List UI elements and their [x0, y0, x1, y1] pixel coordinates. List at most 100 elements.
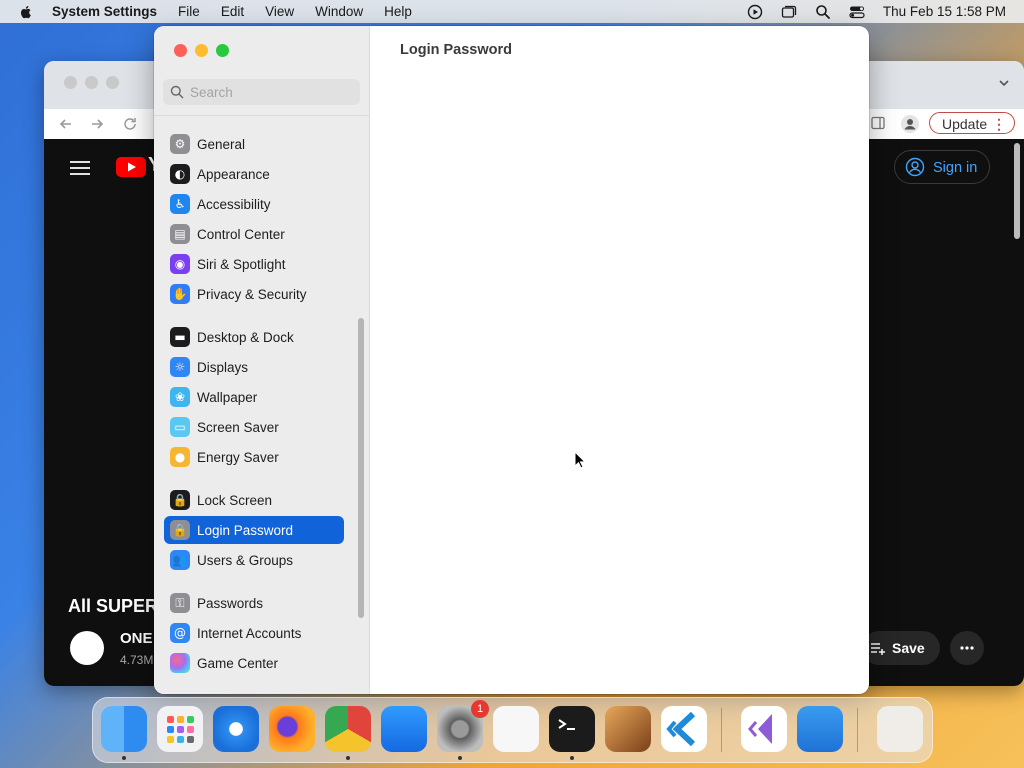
reload-icon[interactable] — [122, 116, 138, 132]
sidebar-item-displays[interactable]: ☼ Displays — [164, 353, 344, 381]
sidebar-item-label: Appearance — [197, 166, 270, 182]
sidebar-item-wallpaper[interactable]: ❀ Wallpaper — [164, 383, 344, 411]
safari-icon[interactable] — [213, 706, 259, 752]
visual-studio-icon[interactable] — [741, 706, 787, 752]
sidebar-item-energy-saver[interactable]: ● Energy Saver — [164, 443, 344, 471]
lock-icon: 🔒 — [170, 490, 190, 510]
dock: 1 — [92, 697, 933, 763]
sidebar-item-screen-saver[interactable]: ▭ Screen Saver — [164, 413, 344, 441]
garageband-icon[interactable] — [605, 706, 651, 752]
game-center-icon — [170, 653, 190, 673]
sidebar-scrollbar[interactable] — [358, 318, 364, 618]
sidebar-item-label: Accessibility — [197, 196, 271, 212]
trash-icon[interactable] — [877, 706, 923, 752]
sidebar-item-label: Privacy & Security — [197, 286, 307, 302]
menu-file[interactable]: File — [178, 4, 200, 19]
screen-saver-icon: ▭ — [170, 417, 190, 437]
video-title[interactable]: All SUPER — [68, 596, 158, 617]
vscode-glyph — [666, 711, 696, 747]
launchpad-icon[interactable] — [157, 706, 203, 752]
sidebar-item-users-groups[interactable]: 👥 Users & Groups — [164, 546, 344, 574]
window-traffic-lights — [174, 44, 229, 57]
system-settings-icon[interactable]: 1 — [437, 700, 489, 752]
more-actions-button[interactable] — [950, 631, 984, 665]
sidebar-item-label: Wallpaper — [197, 389, 258, 405]
chevron-down-icon[interactable] — [998, 77, 1010, 89]
control-center-icon: ▤ — [170, 224, 190, 244]
page-title: Login Password — [400, 42, 512, 58]
channel-avatar[interactable] — [70, 631, 104, 665]
sidebar-item-desktop-dock[interactable]: ▬ Desktop & Dock — [164, 323, 344, 351]
siri-icon: ◉ — [170, 254, 190, 274]
dock-separator — [721, 708, 722, 752]
running-indicator — [458, 756, 462, 760]
sidebar-item-appearance[interactable]: ◐ Appearance — [164, 160, 344, 188]
finder-icon[interactable] — [101, 706, 147, 752]
textedit-icon[interactable] — [493, 706, 539, 752]
running-indicator — [570, 756, 574, 760]
sidebar-item-privacy-security[interactable]: ✋ Privacy & Security — [164, 280, 344, 308]
sidebar-item-game-center[interactable]: Game Center — [164, 649, 344, 677]
back-arrow-icon[interactable] — [58, 116, 74, 132]
running-indicator — [346, 756, 350, 760]
firefox-icon[interactable] — [269, 706, 315, 752]
sidebar-item-internet-accounts[interactable]: @ Internet Accounts — [164, 619, 344, 647]
dock-icon: ▬ — [170, 327, 190, 347]
sidebar-item-label: Energy Saver — [197, 449, 279, 465]
forward-arrow-icon[interactable] — [89, 116, 105, 132]
channel-name[interactable]: ONE — [120, 630, 153, 647]
playlist-add-icon — [871, 643, 885, 655]
control-center-icon[interactable] — [849, 4, 865, 20]
dock-separator — [857, 708, 858, 752]
sidebar-item-lock-screen[interactable]: 🔒 Lock Screen — [164, 486, 344, 514]
profile-icon[interactable] — [900, 114, 920, 134]
energy-icon: ● — [170, 447, 190, 467]
sidebar-item-label: Lock Screen — [197, 492, 273, 508]
sidebar-item-login-password[interactable]: 🔒 Login Password — [164, 516, 344, 544]
minimize-button[interactable] — [195, 44, 208, 57]
accessibility-icon: ♿ — [170, 194, 190, 214]
search-input[interactable] — [163, 79, 360, 105]
hamburger-menu-icon[interactable] — [70, 161, 90, 175]
sign-in-button[interactable]: Sign in — [894, 150, 990, 184]
account-icon — [905, 157, 925, 177]
wallpaper-icon: ❀ — [170, 387, 190, 407]
sidebar-item-control-center[interactable]: ▤ Control Center — [164, 220, 344, 248]
menu-window[interactable]: Window — [315, 4, 363, 19]
running-indicator — [122, 756, 126, 760]
menu-view[interactable]: View — [265, 4, 294, 19]
apple-icon[interactable] — [18, 4, 34, 20]
app-store-icon[interactable] — [381, 706, 427, 752]
menu-help[interactable]: Help — [384, 4, 412, 19]
sidebar-item-general[interactable]: ⚙ General — [164, 130, 344, 158]
side-panel-icon[interactable] — [870, 115, 886, 131]
sidebar-item-passwords[interactable]: ⚿ Passwords — [164, 589, 344, 617]
terminal-icon[interactable] — [549, 706, 595, 752]
weather-icon[interactable] — [797, 706, 843, 752]
close-button[interactable] — [174, 44, 187, 57]
vscode-icon[interactable] — [661, 706, 707, 752]
sidebar-item-siri-spotlight[interactable]: ◉ Siri & Spotlight — [164, 250, 344, 278]
sidebar-item-accessibility[interactable]: ♿ Accessibility — [164, 190, 344, 218]
sign-in-label: Sign in — [933, 160, 978, 176]
menu-clock[interactable]: Thu Feb 15 1:58 PM — [883, 4, 1006, 19]
sidebar-item-label: Internet Accounts — [197, 625, 302, 641]
settings-sidebar: ⚙ General ◐ Appearance ♿ Accessibility ▤ Contro… — [154, 26, 370, 694]
update-button[interactable]: Update ⋮ — [929, 112, 1015, 134]
sidebar-item-label: Displays — [197, 359, 249, 375]
menu-edit[interactable]: Edit — [221, 4, 244, 19]
gear-icon: ⚙ — [170, 134, 190, 154]
screen-recording-icon[interactable] — [747, 4, 763, 20]
save-button[interactable]: Save — [862, 631, 940, 665]
menu-app-name[interactable]: System Settings — [52, 4, 157, 19]
page-scrollbar[interactable] — [1014, 143, 1020, 239]
window-icon[interactable] — [781, 4, 797, 20]
youtube-logo-icon[interactable] — [116, 157, 146, 177]
zoom-button[interactable] — [216, 44, 229, 57]
hand-icon: ✋ — [170, 284, 190, 304]
chrome-icon[interactable] — [325, 706, 371, 752]
spotlight-icon[interactable] — [815, 4, 831, 20]
search-icon — [170, 85, 184, 99]
sidebar-item-label: Users & Groups — [197, 552, 294, 568]
displays-icon: ☼ — [170, 357, 190, 377]
